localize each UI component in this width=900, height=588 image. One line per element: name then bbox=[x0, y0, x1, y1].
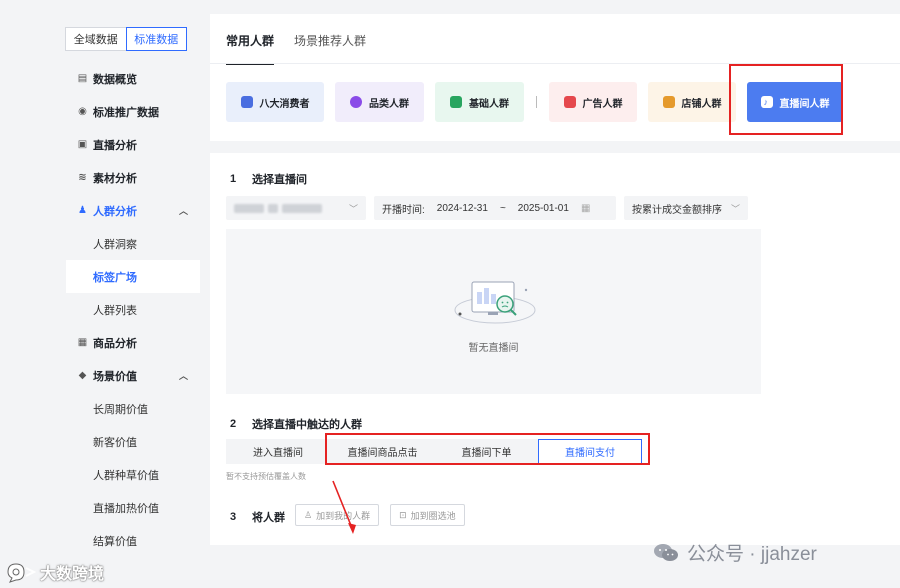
card-eight-consumers[interactable]: 八大消费者 bbox=[226, 82, 324, 122]
step-number: 2 bbox=[230, 418, 237, 430]
chart-icon: ▤ bbox=[77, 73, 88, 84]
diamond-icon: ◆ bbox=[78, 370, 87, 381]
menu-live-analysis[interactable]: ▣ 直播分析 bbox=[66, 128, 200, 161]
menu-scene-value[interactable]: ◆ 场景价值 ︿ bbox=[66, 359, 200, 392]
circle-icon bbox=[350, 96, 362, 108]
robot-icon bbox=[240, 96, 253, 108]
cart-icon: ⊡ bbox=[399, 509, 407, 520]
chevron-down-icon: ﹀ bbox=[348, 203, 358, 214]
step-title: 选择直播中触达的人群 bbox=[252, 419, 362, 431]
sidebar-item-seeding[interactable]: 人群种草价值 bbox=[66, 458, 200, 491]
logo-text: 大数跨境 bbox=[40, 566, 105, 583]
crowd-config-panel: 1 选择直播间 ﹀ 开播时间: 2024-12-31 ~ 2025-01-01 … bbox=[210, 153, 900, 545]
card-category-crowd[interactable]: 品类人群 bbox=[335, 82, 424, 122]
date-range-picker[interactable]: 开播时间: 2024-12-31 ~ 2025-01-01 ▦ bbox=[374, 196, 616, 220]
layers-icon: ≋ bbox=[78, 172, 87, 183]
menu-product-analysis[interactable]: ▦ 商品分析 bbox=[66, 326, 200, 359]
live-icon: ▣ bbox=[77, 139, 88, 150]
store-icon bbox=[662, 96, 675, 108]
menu-label: 标准推广数据 bbox=[93, 106, 159, 119]
step-title: 将人群 bbox=[252, 512, 285, 524]
logo-mark bbox=[7, 563, 37, 583]
scope-all-button[interactable]: 全域数据 bbox=[66, 28, 126, 50]
highlight-box bbox=[325, 433, 650, 465]
sidebar-item-crowd-insight[interactable]: 人群洞察 bbox=[66, 227, 200, 260]
button-label: 加到圈选池 bbox=[410, 510, 456, 521]
date-label: 开播时间: bbox=[382, 204, 425, 216]
menu-label: 直播分析 bbox=[93, 139, 137, 152]
menu-label: 商品分析 bbox=[93, 337, 137, 350]
wechat-icon bbox=[654, 543, 678, 561]
sort-select[interactable]: 按累计成交金额排序 ﹀ bbox=[624, 196, 748, 220]
card-label: 店铺人群 bbox=[681, 98, 722, 110]
menu-label: 场景价值 bbox=[93, 370, 137, 383]
live-room-select[interactable]: ﹀ bbox=[226, 196, 366, 220]
brand-logo: 大数跨境 bbox=[4, 560, 104, 584]
sidebar-item-live-boost[interactable]: 直播加热价值 bbox=[66, 491, 200, 524]
estimate-hint: 暂不支持预估覆盖人数 bbox=[226, 472, 306, 481]
tab-scene-recommend[interactable]: 场景推荐人群 bbox=[294, 32, 366, 65]
phone-icon bbox=[563, 96, 576, 108]
highlight-box bbox=[729, 64, 843, 135]
card-ad-crowd[interactable]: 广告人群 bbox=[549, 82, 637, 122]
scope-toggle: 全域数据 标准数据 bbox=[65, 27, 187, 51]
card-label: 基础人群 bbox=[469, 98, 509, 110]
tab-bar: 常用人群 场景推荐人群 bbox=[226, 32, 366, 65]
annotation-arrow bbox=[332, 480, 356, 534]
tab-common-crowd[interactable]: 常用人群 bbox=[226, 32, 275, 65]
sidebar-item-settlement[interactable]: 结算价值 bbox=[66, 524, 200, 557]
menu-standard-promo[interactable]: ◉ 标准推广数据 bbox=[66, 95, 200, 128]
nav-menu: ▤ 数据概览 ◉ 标准推广数据 ▣ 直播分析 ≋ 素材分析 ♟ 人群分析 ︿ 人… bbox=[66, 62, 200, 557]
empty-state-illustration bbox=[454, 281, 536, 324]
watermark-text: 公众号 · jjahzer bbox=[687, 544, 817, 565]
chevron-up-icon: ︿ bbox=[178, 206, 188, 216]
divider bbox=[536, 96, 537, 108]
sidebar-item-crowd-list[interactable]: 人群列表 bbox=[66, 293, 200, 326]
sort-label: 按累计成交金额排序 bbox=[632, 204, 722, 216]
live-room-filters: ﹀ 开播时间: 2024-12-31 ~ 2025-01-01 ▦ 按累计成交金… bbox=[226, 196, 748, 220]
bag-icon: ▦ bbox=[77, 337, 88, 348]
sidebar-item-new-customer[interactable]: 新客价值 bbox=[66, 425, 200, 458]
segment-enter-room[interactable]: 进入直播间 bbox=[226, 439, 330, 464]
menu-material-analysis[interactable]: ≋ 素材分析 bbox=[66, 161, 200, 194]
step-2-heading: 2 选择直播中触达的人群 bbox=[230, 416, 362, 432]
person-icon bbox=[450, 96, 462, 108]
sidebar-item-tag-square[interactable]: 标签广场 bbox=[66, 260, 200, 293]
chevron-down-icon: ﹀ bbox=[730, 203, 740, 214]
sidebar-item-long-cycle[interactable]: 长周期价值 bbox=[66, 392, 200, 425]
menu-crowd-analysis[interactable]: ♟ 人群分析 ︿ bbox=[66, 194, 200, 227]
card-label: 八大消费者 bbox=[259, 98, 310, 110]
step-number: 1 bbox=[230, 173, 237, 185]
menu-data-overview[interactable]: ▤ 数据概览 bbox=[66, 62, 200, 95]
chevron-up-icon: ︿ bbox=[178, 371, 188, 381]
card-basic-crowd[interactable]: 基础人群 bbox=[435, 82, 524, 122]
users-icon: ♟ bbox=[78, 205, 87, 216]
step-title: 选择直播间 bbox=[252, 174, 307, 186]
sidebar: 全域数据 标准数据 ▤ 数据概览 ◉ 标准推广数据 ▣ 直播分析 ≋ 素材分析 … bbox=[0, 0, 210, 588]
step-1-heading: 1 选择直播间 bbox=[230, 171, 307, 187]
step-number: 3 bbox=[230, 511, 237, 523]
watermark: 公众号 · jjahzer bbox=[653, 539, 817, 566]
step-3-heading: 3 将人群 bbox=[230, 509, 285, 525]
date-end: 2025-01-01 bbox=[517, 202, 569, 214]
card-store-crowd[interactable]: 店铺人群 bbox=[648, 82, 736, 122]
menu-label: 素材分析 bbox=[93, 172, 137, 185]
person-icon: ♙ bbox=[304, 509, 313, 520]
menu-label: 数据概览 bbox=[93, 73, 137, 86]
live-room-list: 暂无直播间 bbox=[226, 229, 761, 394]
card-label: 品类人群 bbox=[369, 98, 409, 110]
promo-icon: ◉ bbox=[78, 106, 87, 117]
empty-state-text: 暂无直播间 bbox=[468, 343, 519, 354]
date-start: 2024-12-31 bbox=[436, 202, 488, 214]
scope-standard-button[interactable]: 标准数据 bbox=[125, 27, 187, 51]
date-separator: ~ bbox=[499, 202, 506, 214]
calendar-icon: ▦ bbox=[580, 202, 591, 214]
add-to-pool-button[interactable]: ⊡ 加到圈选池 bbox=[390, 504, 465, 526]
blurred-room-name bbox=[234, 203, 322, 213]
menu-label: 人群分析 bbox=[93, 205, 137, 218]
card-label: 广告人群 bbox=[582, 98, 623, 110]
action-buttons: ♙ 加到我的人群 ⊡ 加到圈选池 bbox=[295, 504, 465, 526]
